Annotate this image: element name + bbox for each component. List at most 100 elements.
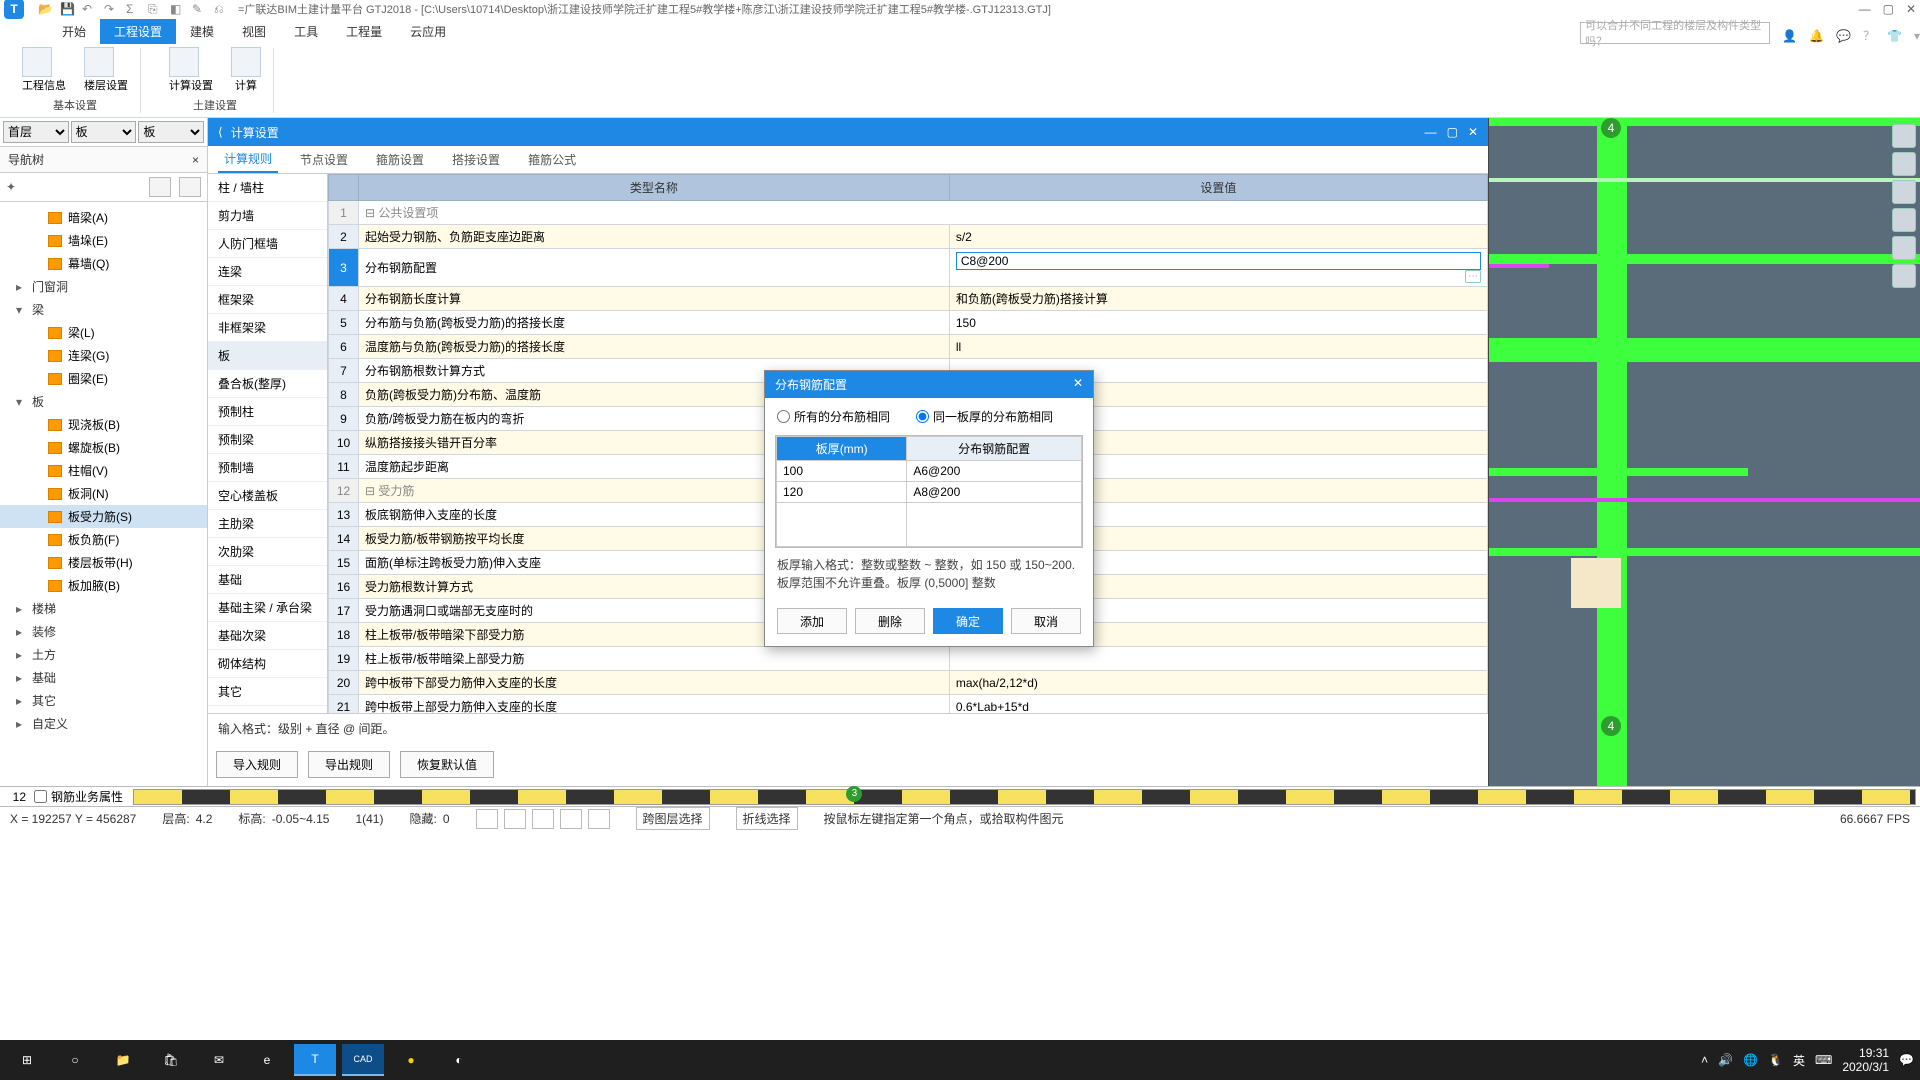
nav-item[interactable]: 板洞(N) — [0, 482, 207, 505]
table-row[interactable]: 20跨中板带下部受力筋伸入支座的长度max(ha/2,12*d) — [329, 671, 1488, 695]
clock[interactable]: 19:312020/3/1 — [1842, 1046, 1889, 1075]
user-icon[interactable]: 👤 — [1782, 29, 1797, 43]
app-yellow-icon[interactable]: ● — [390, 1044, 432, 1076]
tab-cloud[interactable]: 云应用 — [396, 19, 460, 44]
panel-min-icon[interactable]: — — [1425, 125, 1437, 139]
rule-value-cell[interactable]: ll — [949, 335, 1487, 359]
subtab-rules[interactable]: 计算规则 — [218, 146, 278, 173]
row-number[interactable]: 13 — [329, 503, 359, 527]
snap5-icon[interactable] — [588, 809, 610, 829]
qat-icon[interactable]: ✎ — [192, 2, 206, 16]
qat-redo-icon[interactable]: ↷ — [104, 2, 118, 16]
radio-all-same[interactable]: 所有的分布筋相同 — [777, 408, 890, 425]
category-item[interactable]: 主肋梁 — [208, 510, 327, 538]
subcat-select[interactable]: 板 — [138, 121, 204, 143]
restore-default-button[interactable]: 恢复默认值 — [400, 751, 494, 778]
model-viewport[interactable]: 4 4 — [1488, 118, 1920, 786]
minimize-icon[interactable]: — — [1859, 2, 1871, 16]
network-icon[interactable]: 🌐 — [1743, 1053, 1758, 1067]
calc-icon[interactable] — [231, 47, 261, 77]
chat-icon[interactable]: 💬 — [1836, 29, 1851, 43]
qat-undo-icon[interactable]: ↶ — [82, 2, 96, 16]
nav-item[interactable]: 连梁(G) — [0, 344, 207, 367]
category-item[interactable]: 板 — [208, 342, 327, 370]
nav-group[interactable]: 其它 — [0, 689, 207, 712]
nav-group[interactable]: 装修 — [0, 620, 207, 643]
notifications-icon[interactable]: 💬 — [1899, 1053, 1914, 1067]
qat-icon[interactable]: ◧ — [170, 2, 184, 16]
prop-checkbox[interactable] — [34, 790, 47, 803]
category-item[interactable]: 非框架梁 — [208, 314, 327, 342]
quick-access-toolbar[interactable]: 📂 💾 ↶ ↷ Σ ⎘ ◧ ✎ ⎌ — [38, 2, 228, 16]
category-item[interactable]: 剪力墙 — [208, 202, 327, 230]
category-item[interactable]: 预制梁 — [208, 426, 327, 454]
app-gtj-icon[interactable]: T — [294, 1044, 336, 1076]
category-item[interactable]: 基础次梁 — [208, 622, 327, 650]
category-item[interactable]: 预制墙 — [208, 454, 327, 482]
panel-close-icon[interactable]: ✕ — [1468, 125, 1478, 139]
volume-icon[interactable]: 🔊 — [1718, 1053, 1733, 1067]
app-cad-icon[interactable]: CAD — [342, 1044, 384, 1076]
tab-project-settings[interactable]: 工程设置 — [100, 19, 176, 44]
th-config[interactable]: 分布钢筋配置 — [907, 437, 1082, 461]
skin-icon[interactable]: 👕 — [1887, 29, 1902, 43]
tab-modeling[interactable]: 建模 — [176, 19, 228, 44]
row-number[interactable]: 8 — [329, 383, 359, 407]
nav-item[interactable]: 螺旋板(B) — [0, 436, 207, 459]
snap2-icon[interactable] — [504, 809, 526, 829]
qat-save-icon[interactable]: 💾 — [60, 2, 74, 16]
row-number[interactable]: 5 — [329, 311, 359, 335]
category-item[interactable]: 连梁 — [208, 258, 327, 286]
floor-settings-icon[interactable] — [84, 47, 114, 77]
rule-name-cell[interactable]: 跨中板带下部受力筋伸入支座的长度 — [359, 671, 950, 695]
ime-lang[interactable]: 英 — [1793, 1052, 1805, 1069]
subtab-stirrup[interactable]: 箍筋设置 — [370, 147, 430, 172]
nav-group[interactable]: 门窗洞 — [0, 275, 207, 298]
import-rules-button[interactable]: 导入规则 — [216, 751, 298, 778]
ruler[interactable]: 3 — [133, 789, 1916, 805]
snap3-icon[interactable] — [532, 809, 554, 829]
row-number[interactable]: 21 — [329, 695, 359, 714]
table-row[interactable]: 19柱上板带/板带暗梁上部受力筋 — [329, 647, 1488, 671]
row-number[interactable]: 12 — [329, 479, 359, 503]
floor-select[interactable]: 首层 — [3, 121, 69, 143]
nav-item[interactable]: 圈梁(E) — [0, 367, 207, 390]
snap4-icon[interactable] — [560, 809, 582, 829]
pan-icon[interactable] — [1892, 152, 1916, 176]
ellipsis-button[interactable]: ⋯ — [1465, 270, 1481, 283]
category-item[interactable]: 框架梁 — [208, 286, 327, 314]
table-row[interactable]: 2起始受力钢筋、负筋距支座边距离s/2 — [329, 225, 1488, 249]
subtab-lap[interactable]: 搭接设置 — [446, 147, 506, 172]
cube-icon[interactable] — [1892, 208, 1916, 232]
panel-max-icon[interactable]: ▢ — [1447, 125, 1458, 139]
chevron-down-icon[interactable]: ▾ — [1914, 29, 1920, 43]
qat-sum-icon[interactable]: Σ — [126, 2, 140, 16]
rule-name-cell[interactable]: 跨中板带上部受力筋伸入支座的长度 — [359, 695, 950, 714]
row-number[interactable]: 14 — [329, 527, 359, 551]
rotate-icon[interactable] — [1892, 180, 1916, 204]
row-number[interactable]: 11 — [329, 455, 359, 479]
rule-name-cell[interactable]: 柱上板带/板带暗梁上部受力筋 — [359, 647, 950, 671]
row-number[interactable]: 9 — [329, 407, 359, 431]
row-number[interactable]: 17 — [329, 599, 359, 623]
category-item[interactable]: 预制柱 — [208, 398, 327, 426]
ime-icon[interactable]: ⌨ — [1815, 1053, 1832, 1067]
nav-item[interactable]: 梁(L) — [0, 321, 207, 344]
nav-group[interactable]: 板 — [0, 390, 207, 413]
row-number[interactable]: 6 — [329, 335, 359, 359]
row-number[interactable]: 1 — [329, 201, 359, 225]
add-button[interactable]: 添加 — [777, 608, 847, 634]
thickness-table[interactable]: 板厚(mm)分布钢筋配置 100A6@200 120A8@200 — [775, 435, 1083, 548]
nav-item[interactable]: 幕墙(Q) — [0, 252, 207, 275]
calc-settings-icon[interactable] — [169, 47, 199, 77]
cell-thickness[interactable]: 120 — [777, 482, 907, 503]
rule-name-cell[interactable]: 温度筋与负筋(跨板受力筋)的搭接长度 — [359, 335, 950, 359]
nav-item[interactable]: 墙垛(E) — [0, 229, 207, 252]
wand-icon[interactable]: ✦ — [6, 180, 16, 194]
row-number[interactable]: 2 — [329, 225, 359, 249]
start-button[interactable]: ⊞ — [6, 1044, 48, 1076]
close-icon[interactable]: ✕ — [1906, 2, 1916, 16]
tab-start[interactable]: 开始 — [48, 19, 100, 44]
grid-marker-3[interactable]: 3 — [846, 786, 862, 802]
rule-name-cell[interactable]: 分布钢筋配置 — [359, 249, 950, 287]
